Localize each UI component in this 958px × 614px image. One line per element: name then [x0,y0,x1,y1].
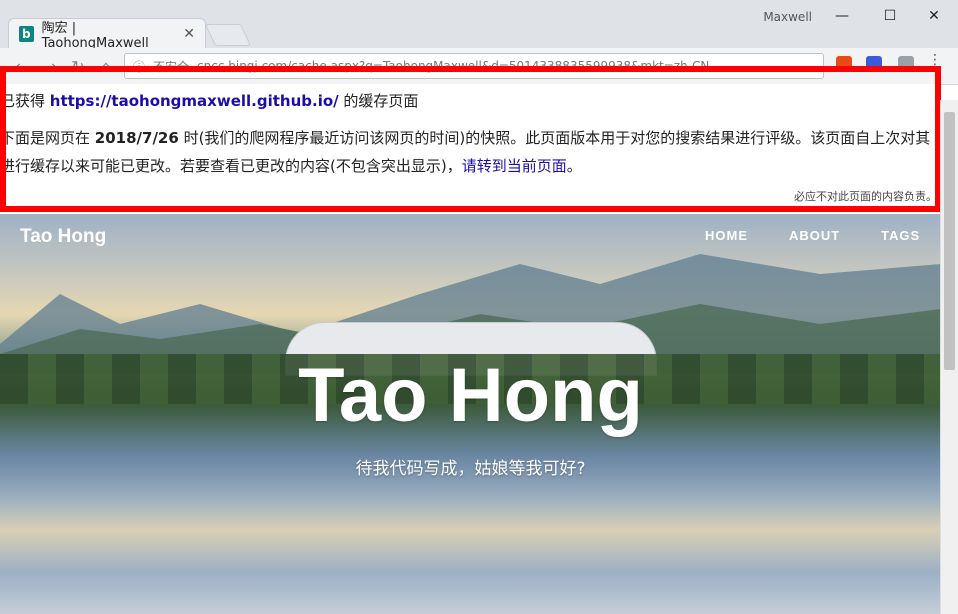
tab-title: 陶宏 | TaohongMaxwell [41,20,149,51]
site-hero: Tao Hong HOME ABOUT TAGS Tao Hong 待我代码写成… [0,214,941,614]
minimize-button[interactable]: — [822,4,862,28]
address-bar[interactable]: ⓘ 不安全 cncc.bingj.com/cache.aspx?q=Taohon… [124,53,824,79]
maximize-button[interactable]: ☐ [870,4,910,28]
nav-about-link[interactable]: ABOUT [789,228,840,243]
new-tab-button[interactable] [204,24,252,46]
site-brand-link[interactable]: Tao Hong [20,226,106,248]
cache-suffix: 的缓存页面 [338,92,419,110]
url-text: cncc.bingj.com/cache.aspx?q=TaohongMaxwe… [197,59,710,73]
body-part1: 下面是网页在 [0,129,95,147]
window-title: Maxwell [763,10,812,24]
menu-icon[interactable]: ⋮ [928,52,942,68]
cache-notice: 已获得 https://taohongmaxwell.github.io/ 的缓… [0,84,941,210]
extension-icon[interactable] [866,56,882,72]
cache-notice-body: 下面是网页在 2018/7/26 时(我们的爬网程序最近访问该网页的时间)的快照… [0,124,940,180]
reload-icon[interactable]: ↻ [68,56,88,76]
close-window-button[interactable]: ✕ [914,4,954,28]
security-label: 不安全 [153,59,190,74]
bing-icon: b [19,25,34,42]
nav-home-link[interactable]: HOME [705,228,748,243]
office-extension-icon[interactable] [836,56,852,72]
home-icon[interactable]: ⌂ [96,56,116,76]
browser-tab[interactable]: b 陶宏 | TaohongMaxwell ✕ [8,18,206,51]
browser-tabstrip: b 陶宏 | TaohongMaxwell ✕ Maxwell — ☐ ✕ [0,0,958,51]
scrollbar-thumb[interactable] [944,112,955,370]
close-tab-icon[interactable]: ✕ [183,26,195,42]
hero-subtitle: 待我代码写成，姑娘等我可好? [355,459,586,479]
nav-tags-link[interactable]: TAGS [881,228,920,243]
cache-date: 2018/7/26 [94,129,179,147]
cached-url-link[interactable]: https://taohongmaxwell.github.io/ [50,92,339,110]
forward-icon[interactable]: → [40,56,60,76]
cache-notice-title: 已获得 https://taohongmaxwell.github.io/ 的缓… [0,90,418,111]
back-icon[interactable]: ← [12,56,32,76]
body-end: 。 [566,157,582,175]
extension-icon-2[interactable] [898,56,914,72]
not-secure-icon[interactable]: ⓘ [133,58,145,75]
disclaimer: 必应不对此页面的内容负责。 [794,190,937,203]
cache-prefix: 已获得 [0,92,50,110]
hero-title: Tao Hong [298,353,643,438]
current-page-link[interactable]: 请转到当前页面 [462,157,567,175]
